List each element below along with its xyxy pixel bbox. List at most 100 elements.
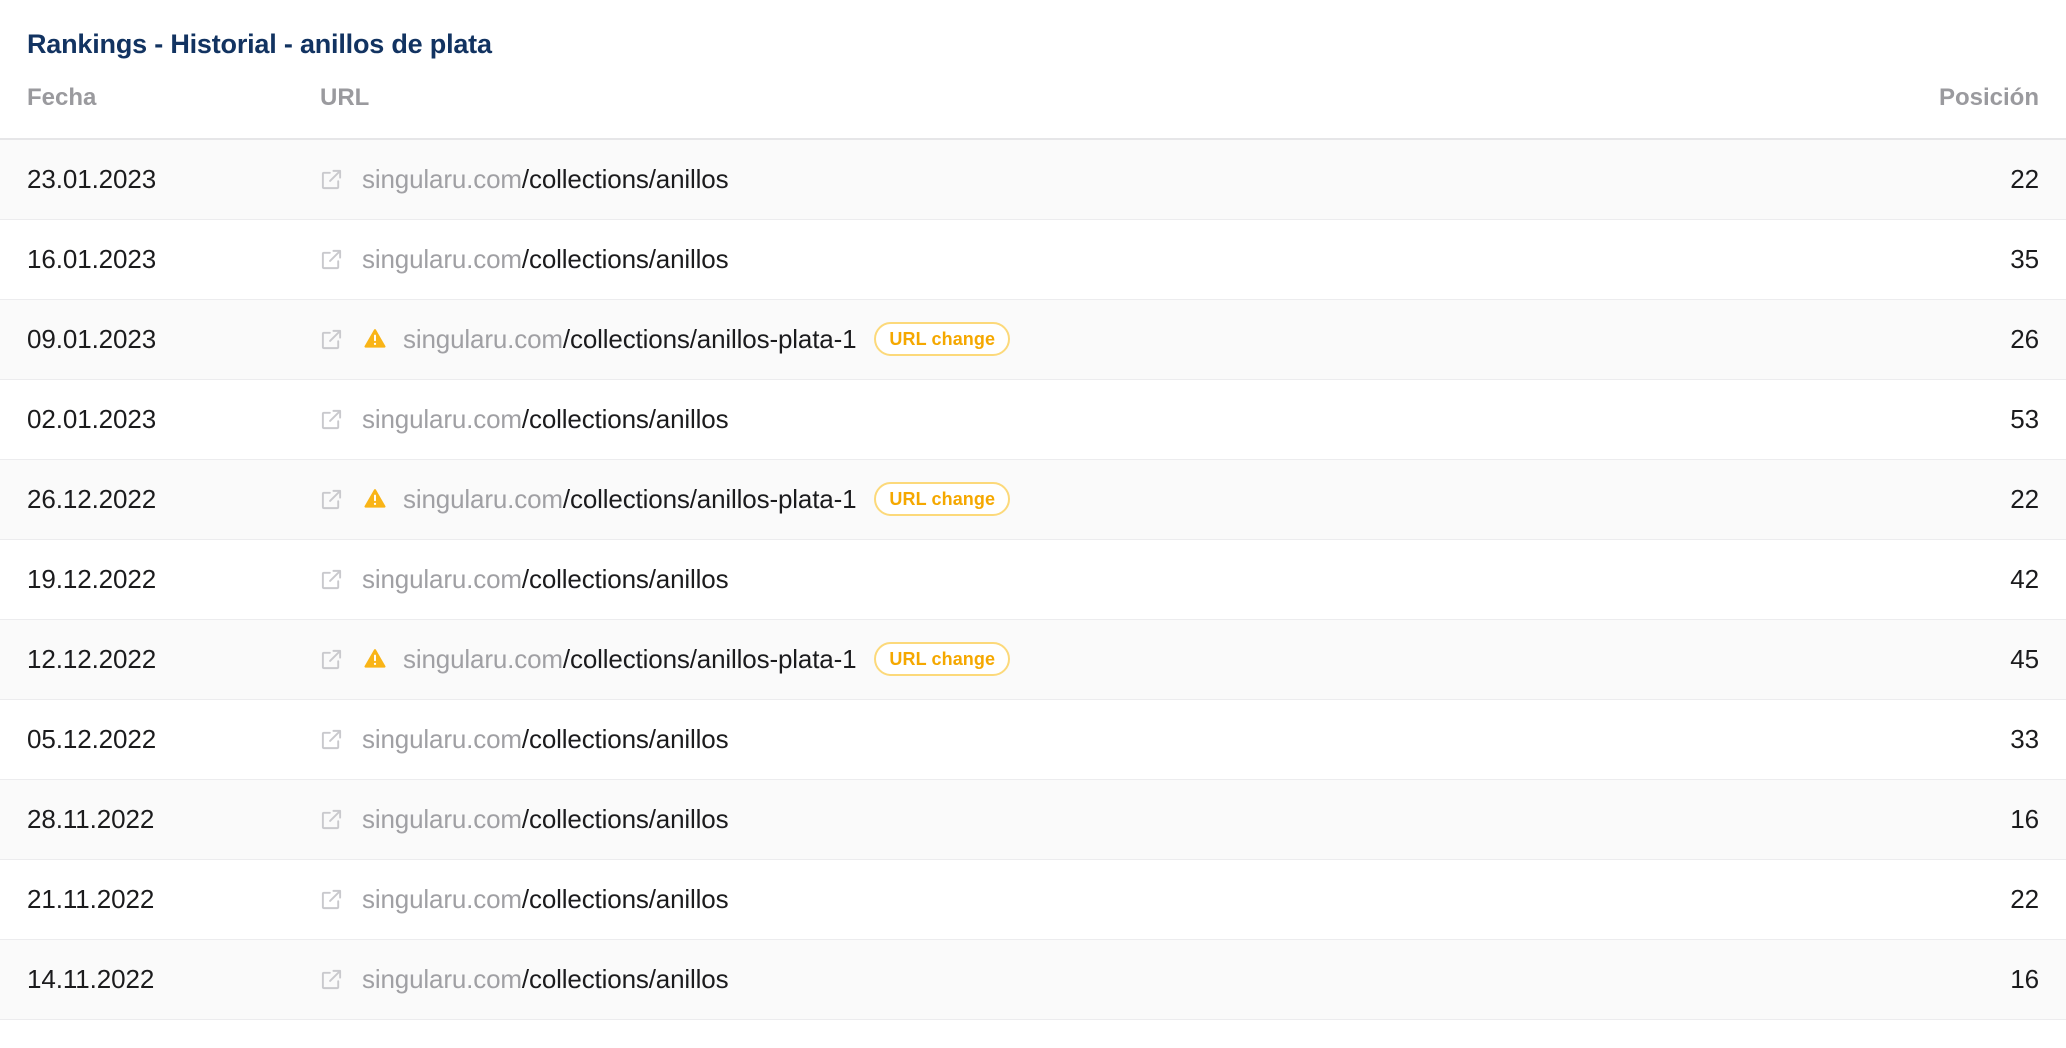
warning-triangle-icon bbox=[362, 326, 388, 352]
table-row[interactable]: 02.01.2023 singularu.com/collections/anil… bbox=[0, 379, 2066, 459]
external-link-icon[interactable] bbox=[320, 648, 343, 671]
url-path: /collections/anillos bbox=[521, 244, 729, 274]
cell-url: singularu.com/collections/anillos bbox=[310, 859, 1886, 939]
url-link[interactable]: singularu.com/collections/anillos-plata-… bbox=[403, 324, 857, 354]
url-domain: singularu.com bbox=[403, 484, 563, 514]
external-link-icon[interactable] bbox=[320, 168, 343, 191]
page-title: Rankings - Historial - anillos de plata bbox=[27, 29, 492, 59]
url-cell-content: singularu.com/collections/anillos bbox=[320, 804, 1886, 834]
cell-position: 26 bbox=[2010, 323, 2039, 354]
url-link[interactable]: singularu.com/collections/anillos bbox=[362, 404, 729, 434]
url-domain: singularu.com bbox=[362, 804, 522, 834]
url-domain: singularu.com bbox=[362, 724, 522, 754]
table-row[interactable]: 26.12.2022 singularu.com/collections/anil… bbox=[0, 459, 2066, 539]
url-domain: singularu.com bbox=[362, 404, 522, 434]
cell-position: 22 bbox=[2010, 483, 2039, 514]
url-cell-content: singularu.com/collections/anillos-plata-… bbox=[320, 642, 1886, 676]
url-path: /collections/anillos bbox=[521, 804, 729, 834]
url-domain: singularu.com bbox=[362, 244, 522, 274]
url-change-badge: URL change bbox=[874, 642, 1011, 676]
url-link[interactable]: singularu.com/collections/anillos-plata-… bbox=[403, 484, 857, 514]
warning-triangle-icon bbox=[362, 646, 388, 672]
cell-date: 05.12.2022 bbox=[27, 723, 157, 754]
url-link[interactable]: singularu.com/collections/anillos bbox=[362, 244, 729, 274]
url-path: /collections/anillos bbox=[521, 164, 729, 195]
rankings-history-table: Fecha URL Posición 23.01.2023 singularu.c… bbox=[0, 84, 2066, 1020]
external-link-icon[interactable] bbox=[320, 248, 343, 271]
column-header-position[interactable]: Posición bbox=[1886, 84, 2066, 139]
table-row[interactable]: 21.11.2022 singularu.com/collections/anil… bbox=[0, 859, 2066, 939]
url-link[interactable]: singularu.com/collections/anillos-plata-… bbox=[403, 644, 857, 674]
url-domain: singularu.com bbox=[362, 164, 522, 195]
url-path: /collections/anillos bbox=[521, 884, 729, 914]
cell-position: 42 bbox=[2010, 563, 2039, 594]
url-cell-content: singularu.com/collections/anillos bbox=[320, 244, 1886, 274]
table-row[interactable]: 14.11.2022 singularu.com/collections/anil… bbox=[0, 939, 2066, 1019]
rankings-history-panel: Rankings - Historial - anillos de plata … bbox=[0, 0, 2066, 1048]
url-domain: singularu.com bbox=[403, 324, 563, 354]
url-cell-content: singularu.com/collections/anillos bbox=[320, 884, 1886, 914]
url-domain: singularu.com bbox=[362, 564, 522, 594]
url-link[interactable]: singularu.com/collections/anillos bbox=[362, 804, 729, 834]
url-cell-content: singularu.com/collections/anillos-plata-… bbox=[320, 482, 1886, 516]
external-link-icon[interactable] bbox=[320, 488, 343, 511]
column-header-date[interactable]: Fecha bbox=[0, 84, 310, 139]
url-cell-content: singularu.com/collections/anillos-plata-… bbox=[320, 322, 1886, 356]
cell-url: singularu.com/collections/anillos-plata-… bbox=[310, 619, 1886, 699]
table-header-row: Fecha URL Posición bbox=[0, 84, 2066, 139]
cell-date: 26.12.2022 bbox=[27, 483, 157, 514]
url-cell-content: singularu.com/collections/anillos bbox=[320, 964, 1886, 994]
url-cell-content: singularu.com/collections/anillos bbox=[320, 724, 1886, 754]
table-row[interactable]: 28.11.2022 singularu.com/collections/anil… bbox=[0, 779, 2066, 859]
url-cell-content: singularu.com/collections/anillos bbox=[320, 164, 1886, 194]
table-header: Fecha URL Posición bbox=[0, 84, 2066, 139]
url-path: /collections/anillos bbox=[521, 564, 729, 594]
cell-url: singularu.com/collections/anillos bbox=[310, 939, 1886, 1019]
url-domain: singularu.com bbox=[362, 964, 522, 994]
url-link[interactable]: singularu.com/collections/anillos bbox=[362, 564, 729, 594]
cell-position: 22 bbox=[2010, 163, 2039, 194]
url-link[interactable]: singularu.com/collections/anillos bbox=[362, 884, 729, 914]
cell-url: singularu.com/collections/anillos-plata-… bbox=[310, 459, 1886, 539]
column-header-url[interactable]: URL bbox=[310, 84, 1886, 139]
url-path: /collections/anillos bbox=[521, 724, 729, 754]
cell-url: singularu.com/collections/anillos-plata-… bbox=[310, 299, 1886, 379]
cell-date: 19.12.2022 bbox=[27, 563, 157, 594]
cell-url: singularu.com/collections/anillos bbox=[310, 139, 1886, 219]
external-link-icon[interactable] bbox=[320, 568, 343, 591]
url-link[interactable]: singularu.com/collections/anillos bbox=[362, 164, 729, 195]
table-row[interactable]: 16.01.2023 singularu.com/collections/anil… bbox=[0, 219, 2066, 299]
table-row[interactable]: 09.01.2023 singularu.com/collections/anil… bbox=[0, 299, 2066, 379]
external-link-icon[interactable] bbox=[320, 968, 343, 991]
table-row[interactable]: 12.12.2022 singularu.com/collections/anil… bbox=[0, 619, 2066, 699]
url-domain: singularu.com bbox=[362, 884, 522, 914]
cell-url: singularu.com/collections/anillos bbox=[310, 379, 1886, 459]
external-link-icon[interactable] bbox=[320, 888, 343, 911]
warning-triangle-icon bbox=[362, 486, 388, 512]
external-link-icon[interactable] bbox=[320, 328, 343, 351]
cell-url: singularu.com/collections/anillos bbox=[310, 539, 1886, 619]
url-domain: singularu.com bbox=[403, 644, 563, 674]
table-row[interactable]: 19.12.2022 singularu.com/collections/anil… bbox=[0, 539, 2066, 619]
url-path: /collections/anillos bbox=[521, 404, 729, 434]
url-link[interactable]: singularu.com/collections/anillos bbox=[362, 964, 729, 994]
cell-date: 09.01.2023 bbox=[27, 323, 157, 354]
cell-position: 53 bbox=[2010, 403, 2039, 434]
cell-date: 21.11.2022 bbox=[27, 883, 155, 914]
cell-position: 35 bbox=[2010, 243, 2039, 274]
table-row[interactable]: 23.01.2023 singularu.com/collections/anil… bbox=[0, 139, 2066, 219]
cell-position: 45 bbox=[2010, 643, 2039, 674]
url-path: /collections/anillos-plata-1 bbox=[562, 644, 857, 674]
cell-date: 28.11.2022 bbox=[27, 803, 155, 834]
url-change-badge: URL change bbox=[874, 482, 1011, 516]
cell-url: singularu.com/collections/anillos bbox=[310, 219, 1886, 299]
table-row[interactable]: 05.12.2022 singularu.com/collections/anil… bbox=[0, 699, 2066, 779]
url-change-badge: URL change bbox=[874, 322, 1011, 356]
url-path: /collections/anillos-plata-1 bbox=[562, 324, 857, 354]
url-link[interactable]: singularu.com/collections/anillos bbox=[362, 724, 729, 754]
url-path: /collections/anillos bbox=[521, 964, 729, 994]
external-link-icon[interactable] bbox=[320, 808, 343, 831]
external-link-icon[interactable] bbox=[320, 728, 343, 751]
url-cell-content: singularu.com/collections/anillos bbox=[320, 404, 1886, 434]
external-link-icon[interactable] bbox=[320, 408, 343, 431]
